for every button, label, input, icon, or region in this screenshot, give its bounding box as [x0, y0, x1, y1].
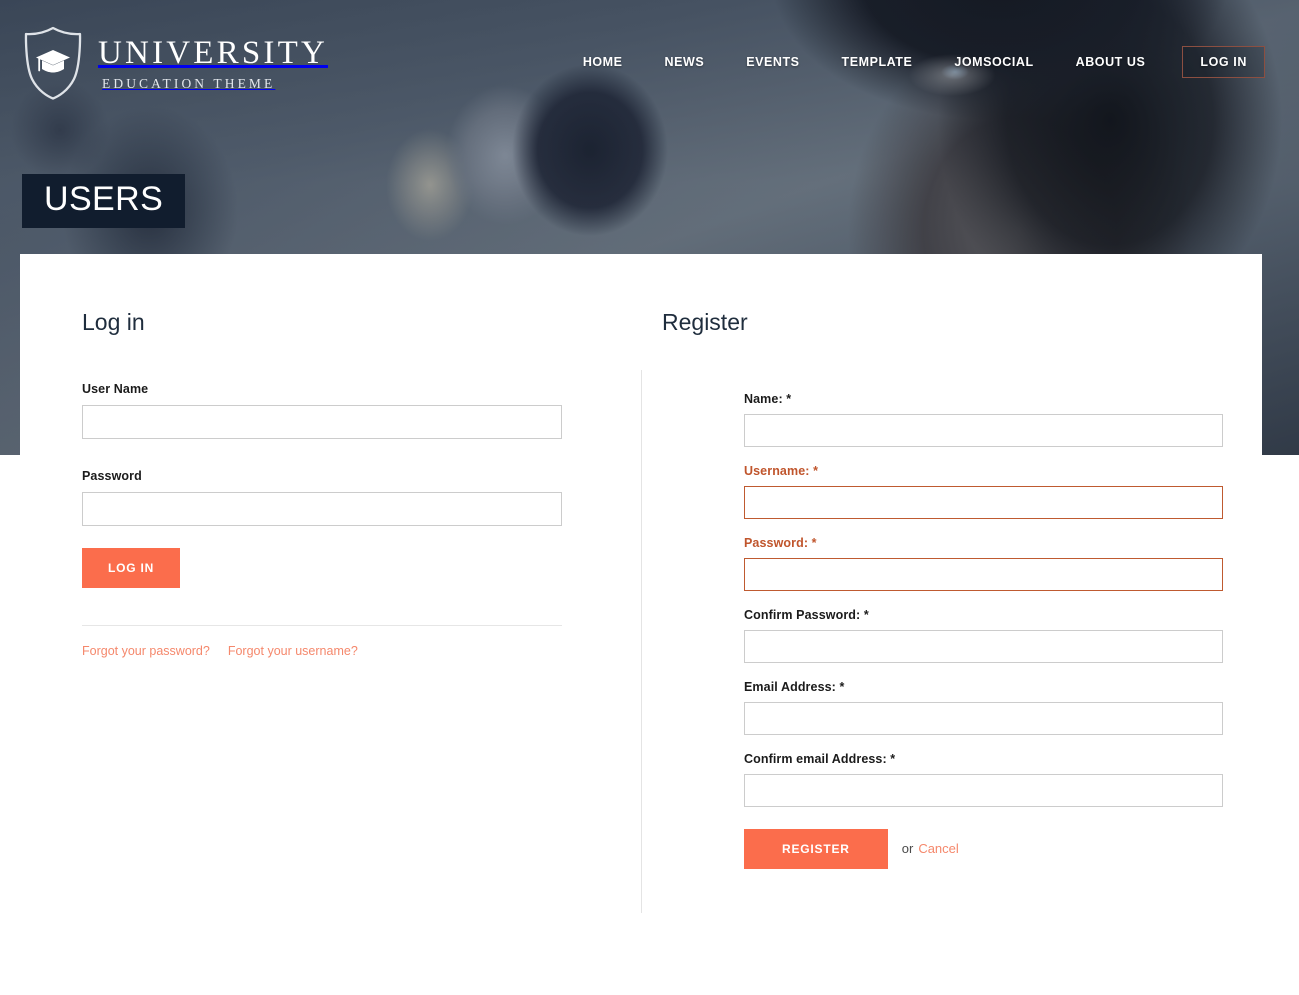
register-confirm-email-label: Confirm email Address: * — [744, 751, 896, 766]
register-submit-button[interactable]: REGISTER — [744, 828, 888, 869]
login-password-label: Password — [82, 468, 142, 483]
nav-item-about-us[interactable]: ABOUT US — [1055, 49, 1167, 75]
register-confirm-password-label: Confirm Password: * — [744, 607, 869, 622]
login-divider-rule — [82, 624, 562, 626]
column-divider — [641, 370, 642, 913]
login-submit-button[interactable]: LOG IN — [82, 547, 181, 588]
forgot-password-link[interactable]: Forgot your password? — [82, 644, 210, 658]
register-confirm-password-input[interactable] — [744, 629, 1223, 663]
register-actions: REGISTER or Cancel — [744, 828, 1262, 869]
main-navigation: HOME NEWS EVENTS TEMPLATE JOMSOCIAL ABOU… — [562, 46, 1265, 78]
site-logo[interactable]: UNIVERSITY EDUCATION THEME — [22, 25, 328, 101]
register-name-label: Name: * — [744, 391, 792, 406]
nav-item-jomsocial[interactable]: JOMSOCIAL — [933, 49, 1054, 75]
login-username-input[interactable] — [82, 404, 562, 439]
login-username-label: User Name — [82, 381, 149, 396]
register-confirm-email-field: Confirm email Address: * — [744, 752, 1262, 807]
nav-login-button[interactable]: LOG IN — [1182, 46, 1265, 78]
page-root: UNIVERSITY EDUCATION THEME HOME NEWS EVE… — [0, 0, 1299, 995]
login-column: Log in User Name Password LOG IN Forgot … — [20, 309, 640, 869]
content-panel: Log in User Name Password LOG IN Forgot … — [20, 254, 1262, 995]
login-password-field: Password — [82, 469, 640, 526]
register-password-field: Password: * — [744, 536, 1262, 591]
register-or-text: or — [901, 841, 914, 857]
login-password-input[interactable] — [82, 491, 562, 526]
page-title: USERS — [22, 174, 186, 228]
register-heading: Register — [662, 309, 748, 335]
register-password-label: Password: * — [744, 535, 817, 550]
register-name-input[interactable] — [744, 413, 1223, 447]
nav-item-home[interactable]: HOME — [562, 49, 644, 75]
register-name-field: Name: * — [744, 392, 1262, 447]
login-heading: Log in — [82, 309, 145, 335]
field-spacer — [82, 439, 640, 469]
register-email-input[interactable] — [744, 701, 1223, 735]
register-cancel-link[interactable]: Cancel — [918, 841, 958, 856]
login-username-field: User Name — [82, 382, 640, 439]
login-helper-links: Forgot your password? Forgot your userna… — [82, 644, 640, 658]
nav-item-news[interactable]: NEWS — [644, 49, 726, 75]
register-email-field: Email Address: * — [744, 680, 1262, 735]
nav-item-template[interactable]: TEMPLATE — [821, 49, 934, 75]
nav-item-events[interactable]: EVENTS — [725, 49, 820, 75]
register-username-input[interactable] — [744, 485, 1223, 519]
register-email-label: Email Address: * — [744, 679, 845, 694]
register-confirm-email-input[interactable] — [744, 773, 1223, 807]
register-column: Register Name: * Username: * Password: * — [640, 309, 1262, 869]
brand-text-block: UNIVERSITY EDUCATION THEME — [98, 35, 328, 91]
register-confirm-password-field: Confirm Password: * — [744, 608, 1262, 663]
forgot-username-link[interactable]: Forgot your username? — [228, 644, 358, 658]
shield-graduation-cap-icon — [24, 26, 82, 100]
brand-subtitle: EDUCATION THEME — [102, 76, 276, 92]
register-username-label: Username: * — [744, 463, 819, 478]
register-password-input[interactable] — [744, 557, 1223, 591]
two-column-layout: Log in User Name Password LOG IN Forgot … — [20, 254, 1262, 913]
register-form: Name: * Username: * Password: * Confirm … — [662, 382, 1262, 869]
register-username-field: Username: * — [744, 464, 1262, 519]
brand-title: UNIVERSITY — [98, 35, 328, 72]
